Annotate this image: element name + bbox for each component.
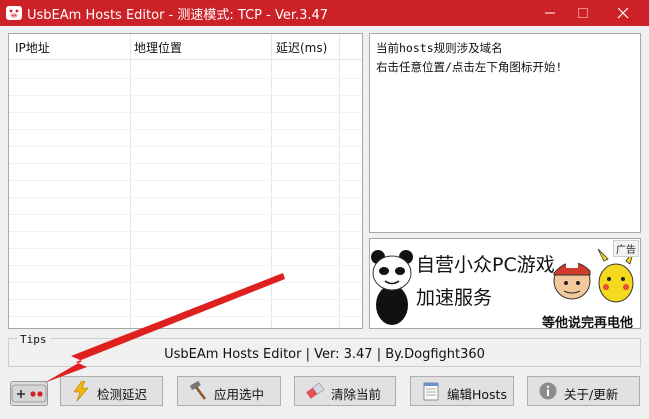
empty-row-line xyxy=(9,282,362,283)
close-button[interactable] xyxy=(605,0,641,26)
ad-label: 广告 xyxy=(613,240,639,257)
minimize-icon xyxy=(545,12,555,14)
hosts-list[interactable]: IP地址 地理位置 延迟(ms) xyxy=(8,33,363,329)
apply-selected-label: 应用选中 xyxy=(214,387,265,402)
check-latency-button[interactable]: 检测延迟 xyxy=(60,376,163,406)
empty-row-line xyxy=(9,129,362,130)
info-text-line: 当前hosts规则涉及域名 xyxy=(376,41,503,55)
minimize-button[interactable] xyxy=(532,0,568,26)
maximize-button[interactable] xyxy=(565,0,601,26)
empty-row-line xyxy=(9,265,362,266)
empty-row-line xyxy=(9,180,362,181)
hammer-icon xyxy=(190,381,207,400)
title-bar[interactable]: UsbEAm Hosts Editor - 测速模式: TCP - Ver.3.… xyxy=(0,0,649,26)
empty-row-line xyxy=(9,214,362,215)
ad-banner[interactable]: 自营小众PC游戏 加速服务 等他说完再电他 广告 xyxy=(369,238,641,329)
gamepad-icon xyxy=(11,384,47,403)
gamepad-start-button[interactable] xyxy=(10,381,48,406)
empty-row-line xyxy=(9,78,362,79)
empty-row-line xyxy=(9,248,362,249)
window-title: UsbEAm Hosts Editor - 测速模式: TCP - Ver.3.… xyxy=(27,8,329,23)
edit-hosts-label: 编辑Hosts xyxy=(447,387,507,402)
column-header-latency[interactable]: 延迟(ms) xyxy=(276,39,327,56)
maximize-icon xyxy=(578,8,588,18)
clear-current-button[interactable]: 清除当前 xyxy=(294,376,396,406)
empty-row-line xyxy=(9,112,362,113)
panda-meme-icon xyxy=(371,250,413,325)
about-update-button[interactable]: 关于/更新 xyxy=(527,376,640,406)
empty-row-line xyxy=(9,299,362,300)
empty-row-line xyxy=(9,163,362,164)
empty-row-line xyxy=(9,146,362,147)
ad-headline: 自营小众PC游戏 xyxy=(416,254,555,276)
cartoon-characters-icon xyxy=(553,249,635,303)
info-icon xyxy=(539,382,557,400)
lightning-icon xyxy=(73,381,89,401)
list-header: IP地址 地理位置 延迟(ms) xyxy=(9,34,362,60)
close-icon xyxy=(617,7,629,19)
edit-hosts-button[interactable]: 编辑Hosts xyxy=(410,376,514,406)
notepad-icon xyxy=(423,382,439,401)
ad-subline: 加速服务 xyxy=(416,287,493,309)
status-text: UsbEAm Hosts Editor | Ver: 3.47 | By.Dog… xyxy=(164,347,485,362)
check-latency-label: 检测延迟 xyxy=(97,387,148,402)
about-update-label: 关于/更新 xyxy=(564,387,619,402)
ad-caption: 等他说完再电他 xyxy=(542,316,634,329)
empty-row-line xyxy=(9,95,362,96)
info-panel[interactable]: 当前hosts规则涉及域名 右击任意位置/点击左下角图标开始! xyxy=(369,33,641,233)
eraser-icon xyxy=(306,382,325,399)
empty-row-line xyxy=(9,231,362,232)
column-header-ip[interactable]: IP地址 xyxy=(15,39,50,56)
tips-label: Tips xyxy=(17,333,50,346)
column-header-location[interactable]: 地理位置 xyxy=(134,39,182,56)
app-window: UsbEAm Hosts Editor - 测速模式: TCP - Ver.3.… xyxy=(0,0,649,419)
info-text-line: 右击任意位置/点击左下角图标开始! xyxy=(376,60,563,74)
empty-row-line xyxy=(9,316,362,317)
apply-selected-button[interactable]: 应用选中 xyxy=(177,376,281,406)
clear-current-label: 清除当前 xyxy=(331,387,382,402)
pig-app-icon[interactable] xyxy=(5,4,23,22)
empty-row-line xyxy=(9,197,362,198)
